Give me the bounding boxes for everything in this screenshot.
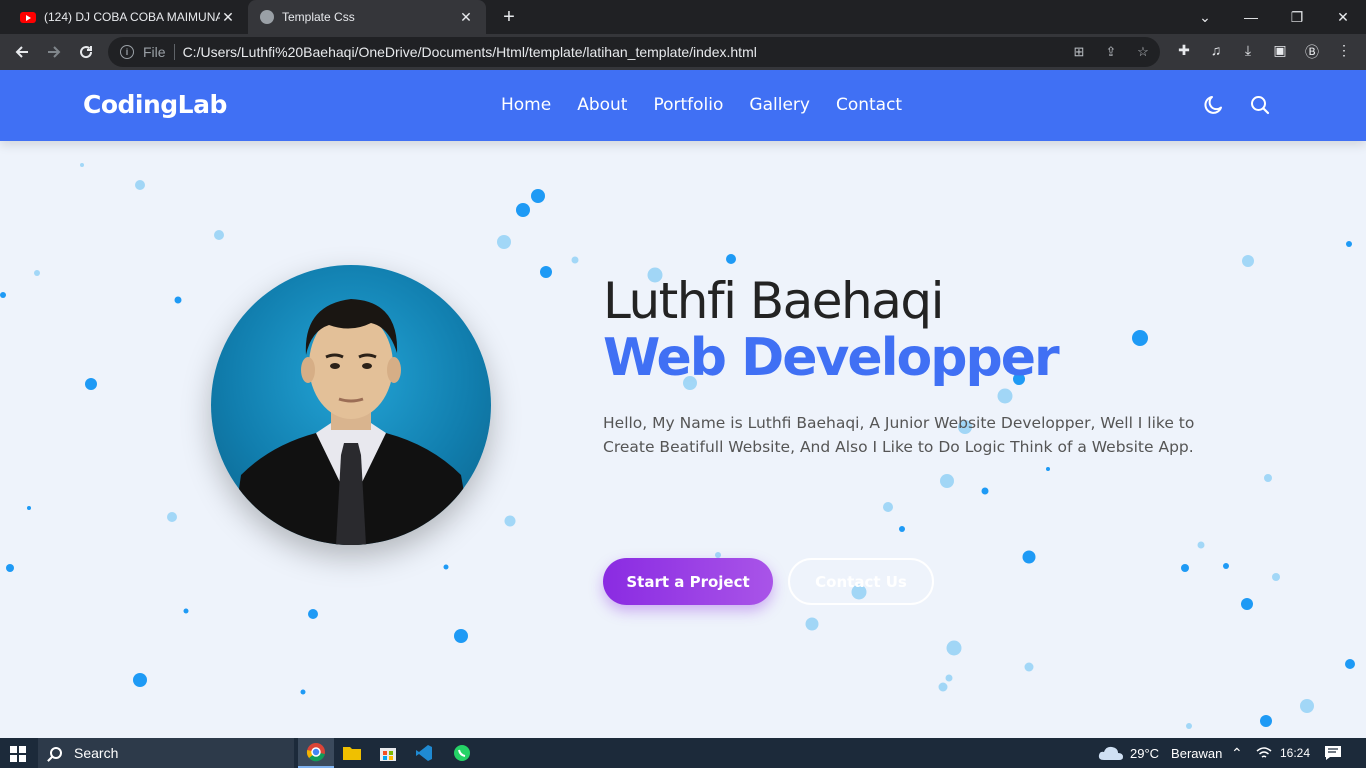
search-icon <box>50 747 62 759</box>
scheme-label: File <box>143 44 166 60</box>
globe-icon <box>260 10 274 24</box>
chrome-icon <box>306 743 325 762</box>
taskbar-search-label: Search <box>74 745 119 761</box>
taskbar-search[interactable]: Search <box>38 738 294 768</box>
folder-icon <box>343 747 361 760</box>
tab-youtube[interactable]: (124) DJ COBA COBA MAIMUNAH ✕ <box>8 0 248 34</box>
web-page: CodingLab Home About Portfolio Gallery C… <box>0 70 1366 738</box>
system-clock[interactable]: 16:24 <box>1280 738 1310 768</box>
dark-mode-moon-icon[interactable] <box>1203 94 1225 116</box>
nav-link-portfolio[interactable]: Portfolio <box>653 95 723 115</box>
reload-icon <box>80 46 93 59</box>
taskbar-store[interactable] <box>370 738 406 768</box>
restore-button[interactable]: ❐ <box>1274 0 1320 34</box>
nav-link-home[interactable]: Home <box>501 95 551 115</box>
media-control-icon[interactable]: ♫ <box>1206 42 1226 62</box>
portrait-illustration <box>231 299 473 545</box>
start-project-button[interactable]: Start a Project <box>603 558 773 605</box>
tab-search-chevron-icon[interactable]: ⌄ <box>1182 0 1228 34</box>
windows-taskbar: Search 29°C Berawan ⌃ 16:24 <box>0 738 1366 768</box>
extensions-puzzle-icon[interactable]: ✚ <box>1174 42 1194 62</box>
more-menu-icon[interactable]: ⋮ <box>1334 42 1354 62</box>
reload-button[interactable] <box>72 38 100 66</box>
taskbar-whatsapp[interactable] <box>444 738 480 768</box>
weather-widget[interactable]: 29°C Berawan <box>1098 738 1222 768</box>
taskbar-chrome[interactable] <box>298 738 334 768</box>
taskbar-vscode[interactable] <box>406 738 442 768</box>
browser-tab-strip: (124) DJ COBA COBA MAIMUNAH ✕ Template C… <box>0 0 1366 34</box>
hero-role: Web Developper <box>603 328 1060 388</box>
hero-text: Luthfi Baehaqi Web Developper Hello, My … <box>603 272 1203 605</box>
new-tab-button[interactable]: + <box>498 6 520 28</box>
contact-us-button[interactable]: Contact Us <box>788 558 934 605</box>
forward-arrow-icon <box>48 46 61 58</box>
profile-avatar-icon[interactable]: Ⓑ <box>1302 42 1322 62</box>
nav-link-gallery[interactable]: Gallery <box>749 95 810 115</box>
chevron-up-icon[interactable]: ⌃ <box>1231 738 1243 768</box>
translate-icon[interactable]: ⊞ <box>1070 44 1088 60</box>
search-icon[interactable] <box>1249 94 1271 116</box>
forward-button[interactable] <box>40 38 68 66</box>
tab-title: (124) DJ COBA COBA MAIMUNAH <box>44 10 220 24</box>
browser-toolbar: i File C:/Users/Luthfi%20Baehaqi/OneDriv… <box>0 34 1366 70</box>
nav-link-contact[interactable]: Contact <box>836 95 902 115</box>
url-text[interactable]: C:/Users/Luthfi%20Baehaqi/OneDrive/Docum… <box>183 44 757 60</box>
bookmark-star-icon[interactable]: ☆ <box>1134 44 1152 60</box>
back-button[interactable] <box>8 38 36 66</box>
site-logo[interactable]: CodingLab <box>83 90 227 119</box>
taskbar-file-explorer[interactable] <box>334 738 370 768</box>
vscode-icon <box>416 745 432 761</box>
tab-title: Template Css <box>282 10 355 24</box>
share-icon[interactable]: ⇪ <box>1102 44 1120 60</box>
weather-description: Berawan <box>1171 745 1223 761</box>
close-window-button[interactable]: ✕ <box>1320 0 1366 34</box>
hero-buttons: Start a Project Contact Us <box>603 558 943 606</box>
minimize-button[interactable]: — <box>1228 0 1274 34</box>
close-tab-icon[interactable]: ✕ <box>458 9 474 26</box>
divider <box>173 44 175 60</box>
hero-name: Luthfi Baehaqi <box>603 272 945 330</box>
store-icon <box>380 748 396 761</box>
tab-template-css[interactable]: Template Css ✕ <box>248 0 486 34</box>
weather-temperature: 29°C <box>1130 745 1160 761</box>
main-nav: Home About Portfolio Gallery Contact <box>501 95 928 115</box>
nav-link-about[interactable]: About <box>577 95 627 115</box>
back-arrow-icon <box>15 46 28 58</box>
address-bar[interactable]: i File C:/Users/Luthfi%20Baehaqi/OneDriv… <box>108 37 1160 67</box>
wifi-icon[interactable] <box>1256 738 1272 768</box>
side-panel-icon[interactable]: ▣ <box>1270 42 1290 62</box>
profile-photo <box>211 265 491 545</box>
youtube-icon <box>20 11 36 23</box>
close-tab-icon[interactable]: ✕ <box>220 9 236 26</box>
windows-start-icon[interactable] <box>10 746 26 762</box>
site-info-icon[interactable]: i <box>120 45 134 59</box>
notifications-icon[interactable] <box>1324 738 1342 768</box>
whatsapp-icon <box>454 745 470 761</box>
download-icon[interactable]: ⤓ <box>1238 42 1258 62</box>
cloud-icon <box>1098 746 1123 760</box>
site-header: CodingLab Home About Portfolio Gallery C… <box>0 70 1366 141</box>
hero-description: Hello, My Name is Luthfi Baehaqi, A Juni… <box>603 414 1195 456</box>
